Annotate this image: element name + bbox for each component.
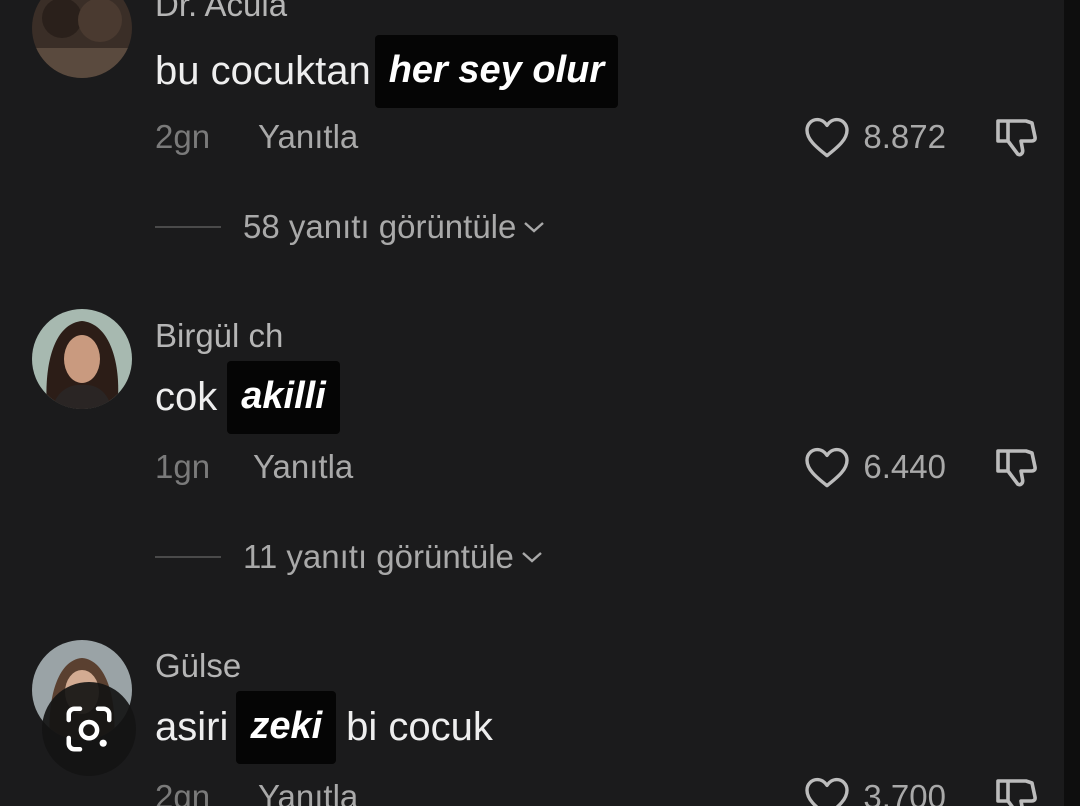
comment-text-highlight: zeki (236, 690, 337, 764)
divider (155, 556, 221, 558)
comment-text: asiri zeki bi cocuk (155, 690, 493, 764)
view-replies-button[interactable]: 11 yanıtı görüntüle (155, 532, 544, 582)
heart-icon (805, 117, 850, 158)
comment-actions: 2gn Yanıtla 3.700 (155, 772, 1040, 806)
comment-text-plain: cok (155, 374, 218, 419)
heart-icon (805, 447, 850, 488)
comment-actions: 1gn Yanıtla 6.440 (155, 442, 1040, 492)
reply-button[interactable]: Yanıtla (258, 778, 358, 806)
dislike-button[interactable] (992, 113, 1040, 161)
like-button[interactable]: 8.872 (803, 115, 946, 159)
comment-time: 2gn (155, 778, 211, 806)
comment-time: 2gn (155, 118, 211, 155)
dislike-button[interactable] (992, 443, 1040, 491)
avatar[interactable] (32, 309, 132, 409)
comment-text-highlight: akilli (227, 360, 340, 434)
view-replies-button[interactable]: 58 yanıtı görüntüle (155, 202, 546, 252)
comment-username[interactable]: Dr. Acula (155, 0, 287, 24)
comment-username[interactable]: Birgül ch (155, 317, 283, 355)
thumbs-down-icon (996, 449, 1037, 487)
avatar[interactable] (32, 0, 132, 78)
heart-icon (805, 777, 850, 806)
comment-text-highlight: her sey olur (374, 34, 619, 108)
chevron-down-icon (522, 219, 546, 235)
comments-panel: Dr. Acula bu cocuktan her sey olur 2gn Y… (0, 0, 1064, 806)
thumbs-down-icon (996, 779, 1037, 806)
reply-button[interactable]: Yanıtla (258, 118, 358, 156)
like-count: 6.440 (863, 448, 946, 485)
chevron-down-icon (520, 549, 544, 565)
thumbs-down-icon (996, 119, 1037, 157)
comment-text-plain: bi cocuk (346, 704, 493, 749)
comment-username[interactable]: Gülse (155, 647, 241, 685)
comment-actions: 2gn Yanıtla 8.872 (155, 112, 1040, 162)
comment-text-plain: asiri (155, 704, 229, 749)
like-count: 3.700 (863, 778, 946, 806)
dislike-button[interactable] (992, 773, 1040, 806)
like-count: 8.872 (863, 118, 946, 155)
reply-button[interactable]: Yanıtla (253, 448, 353, 486)
comment-text: bu cocuktan her sey olur (155, 34, 622, 108)
view-replies-label: 11 yanıtı görüntüle (243, 538, 514, 575)
google-lens-button[interactable] (42, 682, 136, 776)
window-edge (1064, 0, 1080, 806)
view-replies-label: 58 yanıtı görüntüle (243, 208, 517, 245)
like-button[interactable]: 6.440 (803, 445, 946, 489)
like-button[interactable]: 3.700 (803, 775, 946, 806)
comment-text: cok akilli (155, 360, 344, 434)
comment-time: 1gn (155, 448, 211, 485)
google-lens-icon (66, 706, 112, 752)
divider (155, 226, 221, 228)
comment-text-plain: bu cocuktan (155, 48, 371, 93)
